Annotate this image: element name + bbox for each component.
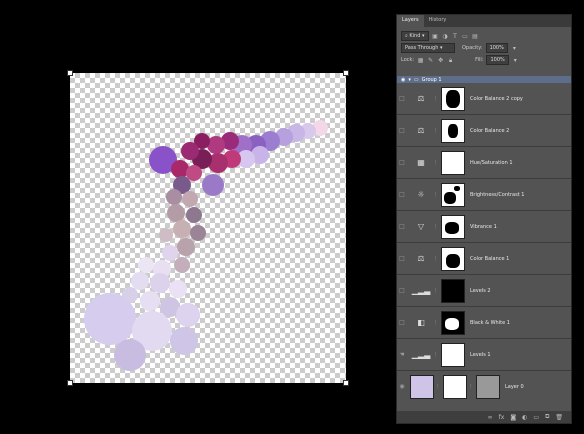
visibility-toggle[interactable]: □ [397, 191, 407, 198]
layer-mask-thumbnail[interactable] [441, 278, 465, 303]
filter-row: ⌕ Kind ▾ ▣ ◑ T ▭ ▤ [397, 30, 571, 42]
adjustment-icon: ◧ [417, 318, 425, 327]
balloon-garland-image [84, 120, 328, 371]
layer-mask-thumbnail[interactable] [443, 374, 467, 399]
new-group-icon[interactable]: ▭ [533, 414, 539, 421]
transform-handle[interactable] [67, 70, 73, 76]
layer-name: Color Balance 2 copy [470, 95, 523, 102]
visibility-toggle[interactable]: □ [397, 223, 407, 230]
layer-name: Color Balance 1 [470, 255, 510, 262]
eye-icon[interactable]: ◉ [397, 383, 407, 390]
blend-mode-value: Pass Through [405, 45, 439, 51]
adjustment-icon: ☼ [417, 190, 425, 199]
layer-mask-thumbnail[interactable] [441, 86, 465, 111]
pixel-filter-icon[interactable]: ▣ [432, 33, 439, 40]
shape-filter-icon[interactable]: ▭ [462, 33, 469, 40]
layer-mask-thumbnail[interactable] [441, 118, 465, 143]
document-canvas[interactable] [67, 70, 349, 386]
layer-row[interactable]: □ ⚖ ⁝ Color Balance 2 [397, 115, 571, 147]
lock-position-icon[interactable]: ✥ [437, 57, 444, 64]
trash-icon[interactable]: 🗑︎ [555, 414, 563, 421]
folder-icon: ▭ [413, 76, 419, 83]
type-filter-icon[interactable]: T [452, 33, 459, 40]
adjustment-icon: ⚖ [417, 254, 425, 263]
layer-name: Hue/Saturation 1 [470, 159, 513, 166]
layer-row[interactable]: □ ⚖ ⁝ Color Balance 2 copy [397, 83, 571, 115]
visibility-toggle[interactable]: □ [397, 159, 407, 166]
layer-row[interactable]: □ ☼ ⁝ Brightness/Contrast 1 [397, 179, 571, 211]
visibility-toggle[interactable]: □ [397, 255, 407, 262]
smart-object-filter-icon[interactable]: ▤ [472, 33, 479, 40]
opacity-label: Opacity: [462, 45, 483, 51]
transform-handle[interactable] [67, 380, 73, 386]
fill-label: Fill: [475, 57, 484, 63]
adjustment-icon: ▁▂▃ [411, 286, 431, 295]
layer-mask-thumbnail[interactable] [476, 374, 500, 399]
group-name: Group 1 [421, 76, 442, 83]
layer-name: Black & White 1 [470, 319, 510, 326]
layer-row[interactable]: □ ⚖ ⁝ Color Balance 1 [397, 243, 571, 275]
layer-thumbnail[interactable] [410, 374, 434, 399]
layer-row[interactable]: □ ▦ ⁝ Hue/Saturation 1 [397, 147, 571, 179]
fx-icon[interactable]: fx [499, 414, 505, 421]
transform-handle[interactable] [343, 380, 349, 386]
layer-name: Levels 1 [470, 351, 491, 358]
layer-name: Levels 2 [470, 287, 491, 294]
adjustment-filter-icon[interactable]: ◑ [442, 33, 449, 40]
chevron-down-icon[interactable]: ▾ [512, 57, 519, 64]
layer-group-row[interactable]: ◉ ▾ ▭ Group 1 [397, 76, 571, 83]
layers-list: ◉ ▾ ▭ Group 1 □ ⚖ ⁝ Color Balance 2 copy… [397, 76, 571, 411]
blend-mode-select[interactable]: Pass Through ▾ [401, 43, 455, 53]
layer-row[interactable]: □ ▽ ⁝ Vibrance 1 [397, 211, 571, 243]
add-mask-icon[interactable]: ◙ [510, 414, 516, 421]
adjustment-icon: ▁▂▃ [411, 350, 431, 359]
new-layer-icon[interactable]: ⧉ [545, 413, 549, 421]
new-adjustment-icon[interactable]: ◐ [522, 414, 527, 421]
layer-mask-thumbnail[interactable] [441, 214, 465, 239]
link-layers-icon[interactable]: ∞ [488, 414, 493, 421]
visibility-toggle[interactable]: □ [397, 319, 407, 326]
visibility-toggle[interactable]: □ [397, 287, 407, 294]
layer-name: Color Balance 2 [470, 127, 510, 134]
layer-name: Layer 0 [505, 383, 524, 390]
fill-input[interactable]: 100% [486, 55, 509, 65]
tab-layers[interactable]: Layers [397, 15, 424, 27]
chevron-down-icon[interactable]: ▾ [511, 45, 518, 52]
layer-name: Brightness/Contrast 1 [470, 191, 525, 198]
layer-mask-thumbnail[interactable] [441, 182, 465, 207]
layer-mask-thumbnail[interactable] [441, 246, 465, 271]
layer-row[interactable]: ◉ ⁝ ⁝ Layer 0 [397, 371, 571, 402]
adjustment-icon: ▽ [417, 222, 425, 231]
layer-row[interactable]: □ ▁▂▃ ⁝ Levels 2 [397, 275, 571, 307]
kind-filter-select[interactable]: ⌕ Kind ▾ [401, 31, 429, 41]
visibility-toggle[interactable]: □ [397, 95, 407, 102]
lock-image-icon[interactable]: ✎ [427, 57, 434, 64]
adjustment-icon: ▦ [417, 158, 425, 167]
transform-handle[interactable] [343, 70, 349, 76]
lock-label: Lock: [401, 57, 415, 63]
kind-label: Kind [409, 33, 421, 39]
lock-row: Lock: ▦ ✎ ✥ 🔒︎ Fill: 100% ▾ [397, 54, 571, 66]
panel-tabs: Layers History [397, 15, 571, 27]
eye-icon[interactable]: ◉ [401, 77, 405, 83]
adjustment-icon: ⚖ [417, 126, 425, 135]
adjustment-icon: ⚖ [417, 94, 425, 103]
blend-row: Pass Through ▾ Opacity: 100% ▾ [397, 42, 571, 54]
disclosure-triangle-icon[interactable]: ▾ [408, 77, 411, 83]
lock-transparent-icon[interactable]: ▦ [417, 57, 424, 64]
opacity-input[interactable]: 100% [485, 43, 508, 53]
tab-history[interactable]: History [424, 15, 452, 27]
lock-all-icon[interactable]: 🔒︎ [447, 57, 454, 64]
layer-mask-thumbnail[interactable] [441, 310, 465, 335]
layer-row[interactable]: □ ◧ ⁝ Black & White 1 [397, 307, 571, 339]
layers-bottom-bar: ∞ fx ◙ ◐ ▭ ⧉ 🗑︎ [397, 411, 571, 423]
layer-row[interactable]: ☚ ▁▂▃ ⁝ Levels 1 [397, 339, 571, 371]
layer-name: Vibrance 1 [470, 223, 497, 230]
visibility-toggle[interactable]: ☚ [397, 351, 407, 358]
layer-mask-thumbnail[interactable] [441, 342, 465, 367]
visibility-toggle[interactable]: □ [397, 127, 407, 134]
layers-panel: Layers History ⌕ Kind ▾ ▣ ◑ T ▭ ▤ Pass T… [396, 14, 572, 424]
layer-mask-thumbnail[interactable] [441, 150, 465, 175]
